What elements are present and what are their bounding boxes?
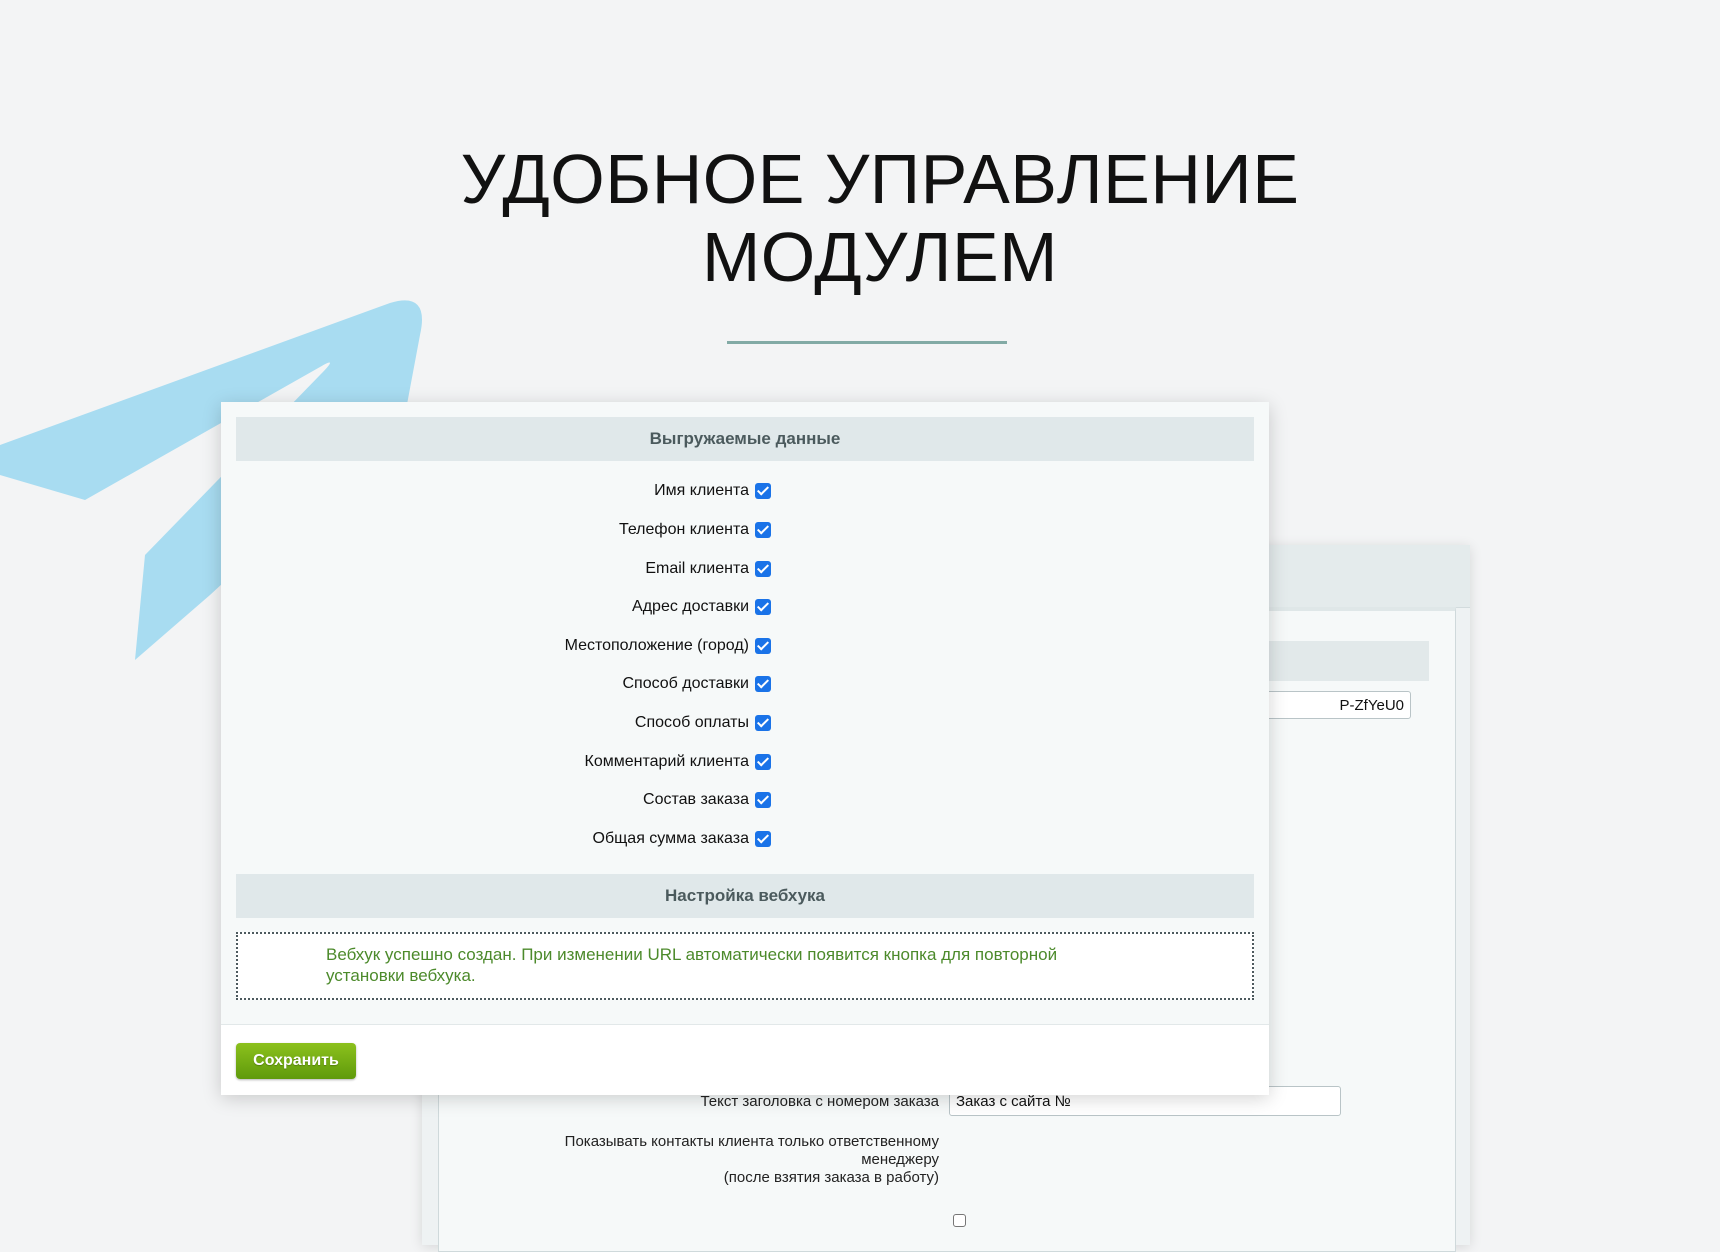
bot-token-input[interactable]: P-ZfYeU0 — [1251, 691, 1411, 719]
location-checkbox[interactable] — [755, 638, 771, 654]
title-divider — [727, 341, 1007, 344]
field-label: Способ доставки — [622, 675, 749, 692]
field-row-client-name: Имя клиента — [221, 480, 821, 502]
field-row-payment-method: Способ оплаты — [221, 712, 821, 734]
save-button[interactable]: Сохранить — [236, 1043, 356, 1079]
field-label: Комментарий клиента — [584, 753, 749, 770]
field-row-order-items: Состав заказа — [221, 789, 821, 811]
delivery-address-checkbox[interactable] — [755, 599, 771, 615]
form-footer: Сохранить — [221, 1024, 1269, 1095]
contacts-visibility-label: Показывать контакты клиента только ответ… — [564, 1133, 939, 1186]
field-row-delivery-address: Адрес доставки — [221, 596, 821, 618]
page-title-line1: УДОБНОЕ УПРАВЛЕНИЕ — [460, 140, 1300, 218]
contacts-visibility-checkbox[interactable] — [953, 1214, 966, 1227]
payment-method-checkbox[interactable] — [755, 715, 771, 731]
field-label: Телефон клиента — [618, 521, 749, 538]
webhook-notice: Вебхук успешно создан. При изменении URL… — [236, 932, 1254, 1000]
field-label: Адрес доставки — [632, 598, 749, 615]
section-exported-data: Выгружаемые данные — [236, 417, 1254, 461]
field-row-client-email: Email клиента — [221, 558, 821, 580]
page-title: УДОБНОЕ УПРАВЛЕНИЕ МОДУЛЕМ — [380, 140, 1380, 296]
field-row-delivery-method: Способ доставки — [221, 673, 821, 695]
header-text-label: Текст заголовка с номером заказа — [700, 1093, 939, 1110]
webhook-notice-text: Вебхук успешно создан. При изменении URL… — [326, 945, 1058, 985]
field-row-location: Местоположение (город) — [221, 635, 821, 657]
order-items-checkbox[interactable] — [755, 792, 771, 808]
order-total-checkbox[interactable] — [755, 831, 771, 847]
field-label: Имя клиента — [654, 482, 749, 499]
field-label: Состав заказа — [643, 791, 749, 808]
field-label: Email клиента — [645, 560, 749, 577]
delivery-method-checkbox[interactable] — [755, 676, 771, 692]
front-settings-panel: Выгружаемые данные Имя клиента Телефон к… — [221, 402, 1269, 1095]
page-title-line2: МОДУЛЕМ — [702, 218, 1058, 296]
client-comment-checkbox[interactable] — [755, 754, 771, 770]
field-row-order-total: Общая сумма заказа — [221, 828, 821, 850]
client-email-checkbox[interactable] — [755, 561, 771, 577]
field-label: Способ оплаты — [634, 714, 749, 731]
client-name-checkbox[interactable] — [755, 483, 771, 499]
client-phone-checkbox[interactable] — [755, 522, 771, 538]
field-row-client-comment: Комментарий клиента — [221, 751, 821, 773]
section-webhook-settings: Настройка вебхука — [236, 874, 1254, 918]
field-row-client-phone: Телефон клиента — [221, 519, 821, 541]
field-label: Местоположение (город) — [564, 637, 749, 654]
field-label: Общая сумма заказа — [592, 830, 749, 847]
